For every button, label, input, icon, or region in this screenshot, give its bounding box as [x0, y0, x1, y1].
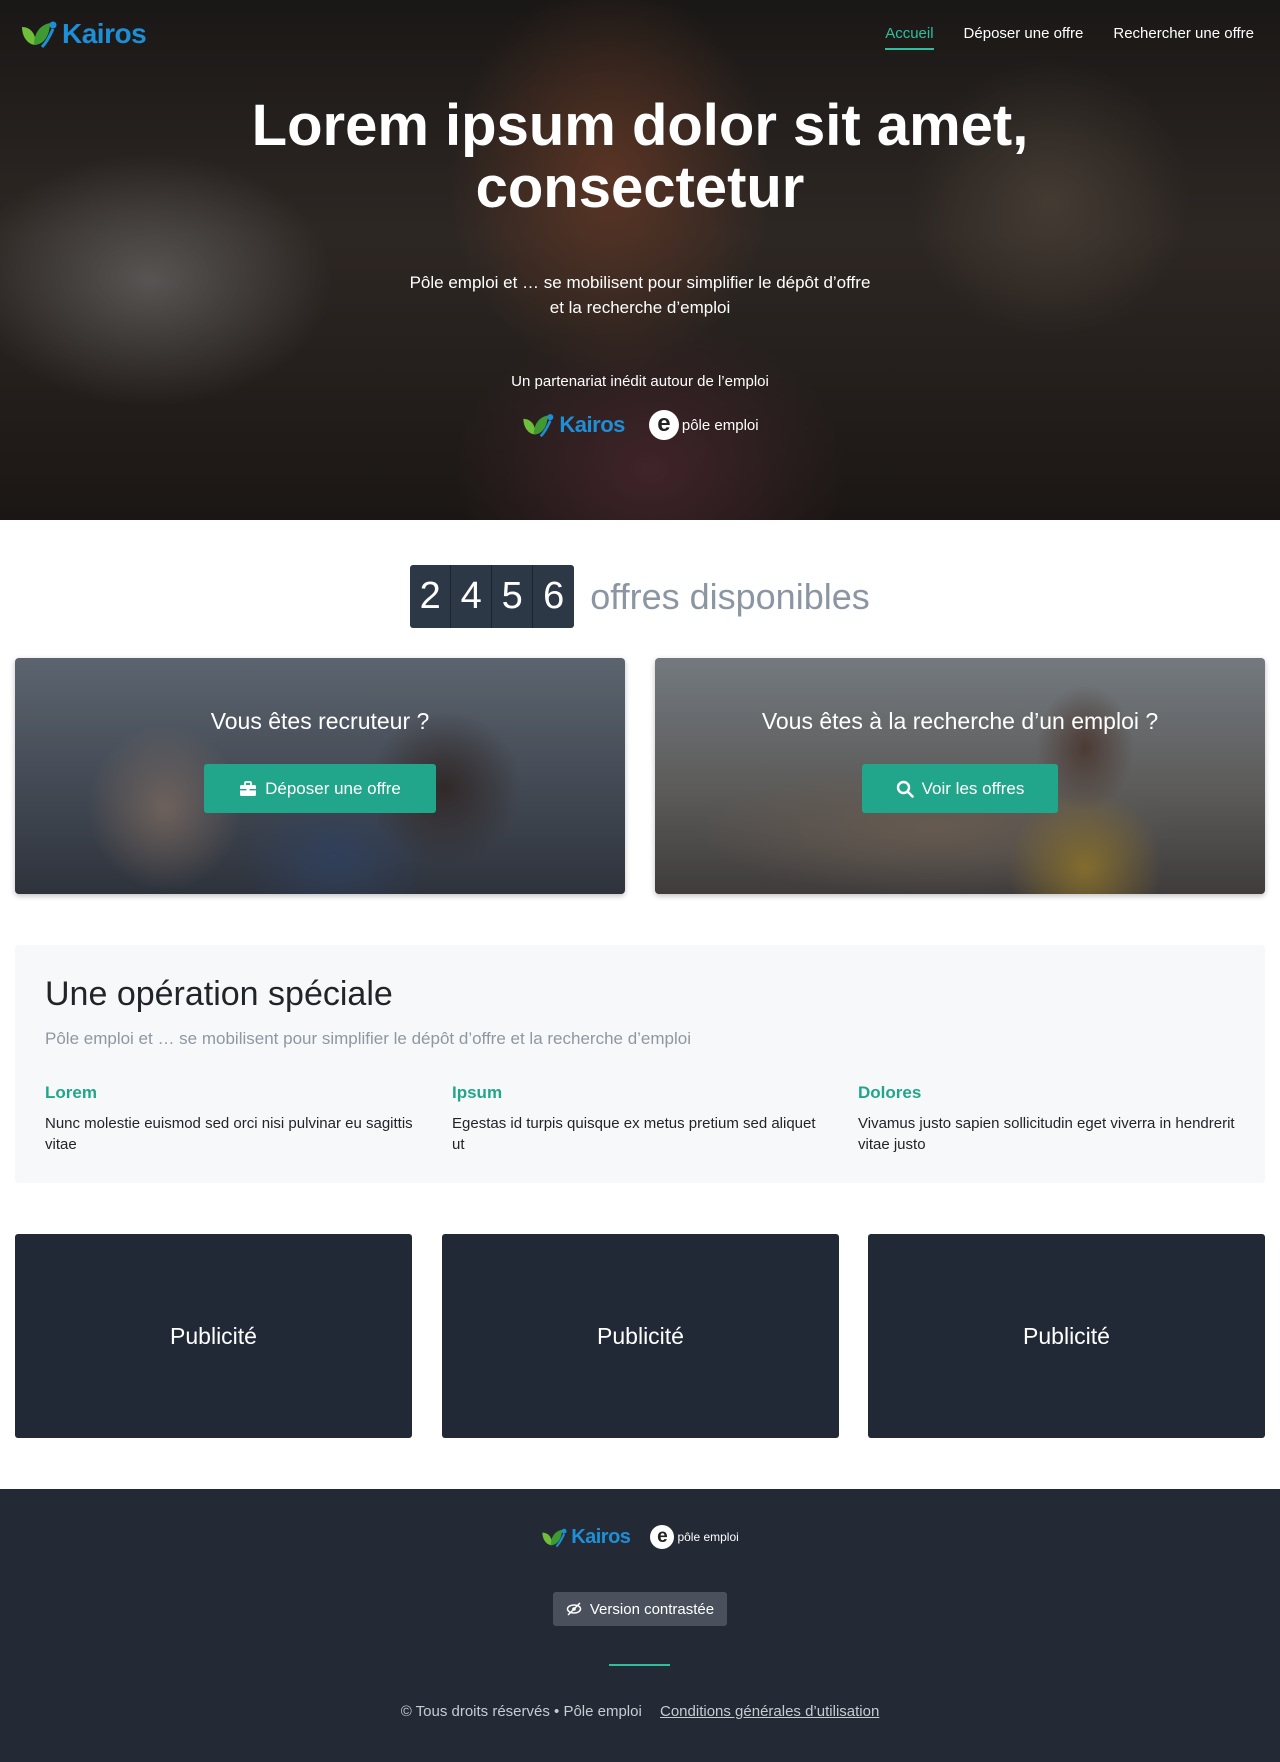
- hero-subtitle: Pôle emploi et … se mobilisent pour simp…: [390, 270, 890, 320]
- hero-banner: Kairos Accueil Déposer une offre Recherc…: [0, 0, 1280, 520]
- pole-emploi-e-icon: e: [650, 1525, 675, 1549]
- footer: Kairos e pôle emploi Version contrastée …: [0, 1489, 1280, 1762]
- feature-title: Ipsum: [452, 1083, 503, 1102]
- feature-text: Nunc molestie euismod sed orci nisi pulv…: [45, 1115, 413, 1153]
- nav-item-rechercher-offre[interactable]: Rechercher une offre: [1113, 25, 1254, 50]
- terms-link[interactable]: Conditions générales d’utilisation: [660, 1703, 879, 1720]
- ad-slot[interactable]: Publicité: [868, 1234, 1265, 1438]
- footer-pole-emploi-text: pôle emploi: [677, 1530, 739, 1544]
- jobseeker-card: Vous êtes à la recherche d’un emploi ? V…: [655, 658, 1265, 894]
- feature-item: Ipsum Egestas id turpis quisque ex metus…: [452, 1083, 832, 1155]
- jobseeker-card-title: Vous êtes à la recherche d’un emploi ?: [761, 708, 1159, 734]
- recruiter-card: Vous êtes recruteur ? Déposer une offre: [15, 658, 625, 894]
- feature-title: Dolores: [858, 1083, 922, 1102]
- contrast-version-label: Version contrastée: [589, 1600, 715, 1618]
- offers-counter: 2 4 5 6 offres disponibles: [0, 565, 1280, 628]
- post-offer-button[interactable]: Déposer une offre: [204, 764, 436, 813]
- main-nav: Accueil Déposer une offre Rechercher une…: [885, 25, 1254, 50]
- ad-slot[interactable]: Publicité: [442, 1234, 839, 1438]
- eye-slash-icon: [566, 1602, 582, 1616]
- hero-title-line2: consectetur: [475, 155, 805, 220]
- nav-item-accueil[interactable]: Accueil: [885, 25, 934, 50]
- footer-bottom: © Tous droits réservés • Pôle emploi Con…: [0, 1703, 1280, 1720]
- logo-text: Kairos: [62, 18, 147, 49]
- feature-item: Dolores Vivamus justo sapien sollicitudi…: [858, 1083, 1238, 1155]
- footer-kairos-text: Kairos: [571, 1525, 631, 1548]
- search-icon: [896, 780, 914, 798]
- pole-emploi-text: pôle emploi: [681, 416, 759, 434]
- special-operation-section: Une opération spéciale Pôle emploi et … …: [15, 945, 1265, 1183]
- partner-kairos-text: Kairos: [559, 412, 625, 437]
- footer-kairos-logo: Kairos: [541, 1525, 631, 1549]
- footer-pole-emploi-logo: e pôle emploi: [650, 1525, 739, 1549]
- counter-digit: 2: [410, 565, 452, 628]
- counter-digit: 5: [492, 565, 534, 628]
- hero-subtitle-line1: Pôle emploi et … se mobilisent pour simp…: [409, 273, 871, 292]
- copyright-text: © Tous droits réservés • Pôle emploi: [400, 1703, 642, 1720]
- footer-logos: Kairos e pôle emploi: [0, 1525, 1280, 1549]
- feature-title: Lorem: [45, 1083, 97, 1102]
- contrast-version-button[interactable]: Version contrastée: [553, 1592, 727, 1626]
- pole-emploi-logo: e pôle emploi: [648, 410, 759, 440]
- hero-title-line1: Lorem ipsum dolor sit amet,: [251, 93, 1029, 158]
- ad-slot[interactable]: Publicité: [15, 1234, 412, 1438]
- partnership-text: Un partenariat inédit autour de l’emploi: [511, 373, 769, 390]
- feature-item: Lorem Nunc molestie euismod sed orci nis…: [45, 1083, 425, 1155]
- hero-title: Lorem ipsum dolor sit amet, consectetur: [0, 95, 1280, 219]
- leaf-icon: [22, 21, 57, 49]
- hero-subtitle-line2: et la recherche d’emploi: [549, 298, 731, 317]
- briefcase-icon: [240, 780, 257, 796]
- special-title: Une opération spéciale: [45, 975, 393, 1013]
- view-offers-button-label: Voir les offres: [921, 778, 1025, 798]
- post-offer-button-label: Déposer une offre: [265, 778, 401, 798]
- counter-digits: 2 4 5 6: [410, 565, 575, 628]
- view-offers-button[interactable]: Voir les offres: [862, 764, 1058, 813]
- nav-item-deposer-offre[interactable]: Déposer une offre: [964, 25, 1084, 50]
- counter-digit: 4: [451, 565, 493, 628]
- partner-logos: Kairos e pôle emploi: [0, 410, 1280, 440]
- pole-emploi-e-icon: e: [648, 410, 679, 440]
- feature-text: Vivamus justo sapien sollicitudin eget v…: [858, 1115, 1235, 1153]
- leaf-icon: [542, 1528, 567, 1547]
- counter-label: offres disponibles: [590, 575, 870, 617]
- footer-divider: [609, 1664, 670, 1666]
- feature-text: Egestas id turpis quisque ex metus preti…: [452, 1115, 816, 1153]
- partner-kairos-logo: Kairos: [521, 412, 625, 438]
- special-lead: Pôle emploi et … se mobilisent pour simp…: [45, 1029, 692, 1048]
- recruiter-card-title: Vous êtes recruteur ?: [210, 708, 430, 734]
- leaf-icon: [523, 414, 554, 438]
- kairos-logo[interactable]: Kairos: [20, 18, 147, 50]
- counter-digit: 6: [543, 575, 565, 617]
